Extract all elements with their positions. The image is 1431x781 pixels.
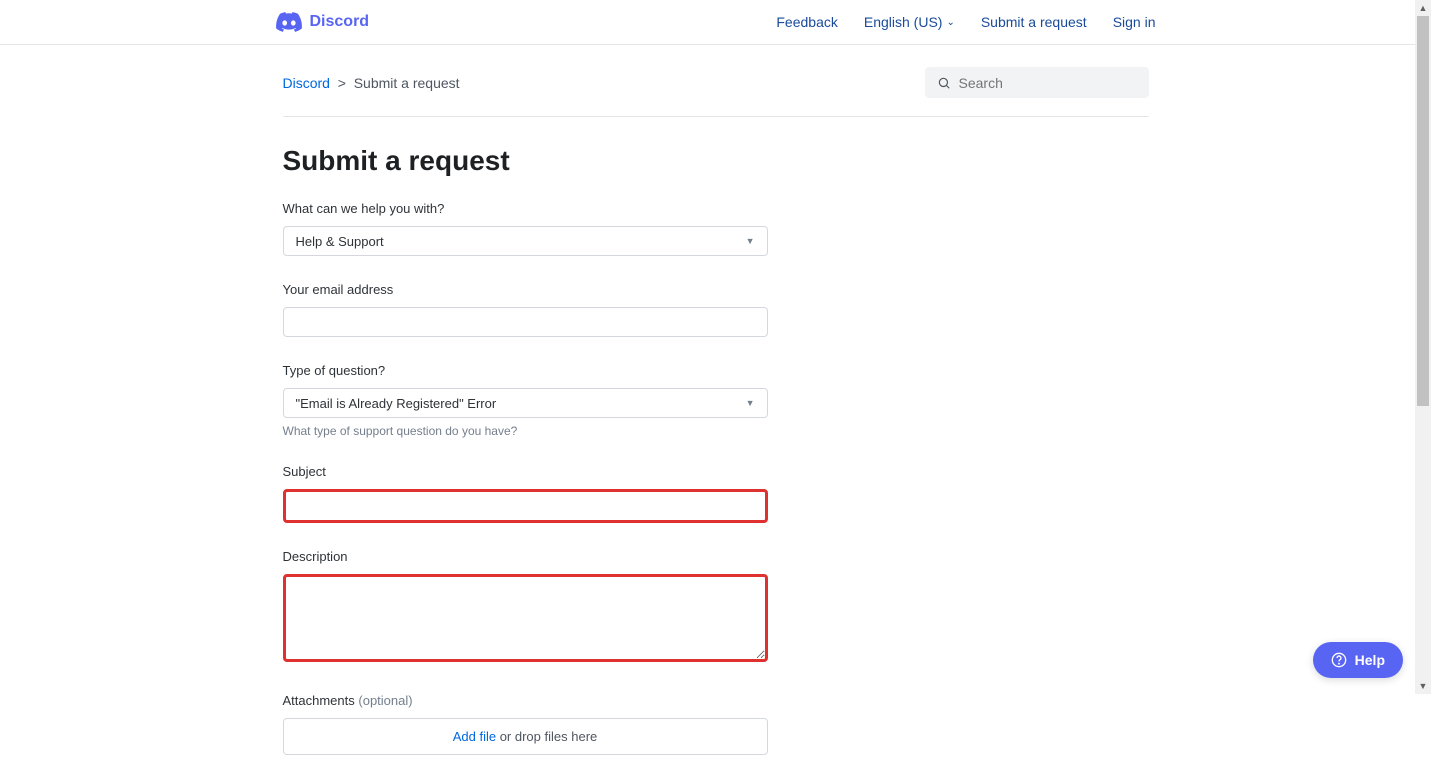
attachments-optional: (optional)	[358, 693, 412, 708]
breadcrumb-current: Submit a request	[354, 75, 460, 91]
nav-language-label: English (US)	[864, 14, 943, 30]
page-title: Submit a request	[283, 145, 1149, 177]
question-type-help: What type of support question do you hav…	[283, 424, 768, 438]
file-drop-zone[interactable]: Add file or drop files here	[283, 718, 768, 755]
header: Discord Feedback English (US) ⌄ Submit a…	[0, 0, 1431, 45]
chevron-down-icon: ⌄	[946, 17, 954, 28]
help-widget-button[interactable]: Help	[1313, 642, 1403, 678]
select-arrow-icon: ▼	[746, 236, 755, 246]
breadcrumb: Discord > Submit a request	[283, 75, 460, 91]
breadcrumb-row: Discord > Submit a request	[283, 45, 1149, 117]
attachments-label: Attachments (optional)	[283, 693, 768, 708]
question-type-select[interactable]: "Email is Already Registered" Error ▼	[283, 388, 768, 418]
email-input[interactable]	[283, 307, 768, 337]
logo-text: Discord	[310, 13, 370, 31]
select-arrow-icon: ▼	[746, 398, 755, 408]
form-group-subject: Subject	[283, 464, 768, 523]
subject-label: Subject	[283, 464, 768, 479]
add-file-link[interactable]: Add file	[453, 729, 496, 744]
help-with-select[interactable]: Help & Support ▼	[283, 226, 768, 256]
header-inner: Discord Feedback English (US) ⌄ Submit a…	[136, 12, 1296, 32]
scrollbar-up-arrow[interactable]: ▲	[1415, 0, 1431, 16]
nav-submit-request[interactable]: Submit a request	[981, 14, 1087, 30]
question-type-label: Type of question?	[283, 363, 768, 378]
help-with-value: Help & Support	[296, 234, 384, 249]
search-input[interactable]	[959, 75, 1137, 91]
nav-sign-in[interactable]: Sign in	[1113, 14, 1156, 30]
form-group-question-type: Type of question? "Email is Already Regi…	[283, 363, 768, 438]
description-textarea[interactable]	[283, 574, 768, 662]
help-with-label: What can we help you with?	[283, 201, 768, 216]
question-type-value: "Email is Already Registered" Error	[296, 396, 497, 411]
description-label: Description	[283, 549, 768, 564]
form-group-attachments: Attachments (optional) Add file or drop …	[283, 693, 768, 755]
scrollbar-thumb[interactable]	[1417, 16, 1429, 406]
search-box[interactable]	[925, 67, 1149, 98]
form-group-help-with: What can we help you with? Help & Suppor…	[283, 201, 768, 256]
breadcrumb-separator: >	[338, 75, 346, 91]
nav-feedback[interactable]: Feedback	[776, 14, 837, 30]
email-label: Your email address	[283, 282, 768, 297]
form-group-description: Description	[283, 549, 768, 667]
breadcrumb-home[interactable]: Discord	[283, 75, 330, 91]
scrollbar[interactable]: ▲ ▼	[1415, 0, 1431, 694]
subject-input[interactable]	[283, 489, 768, 523]
file-drop-text: or drop files here	[496, 729, 597, 744]
form-group-email: Your email address	[283, 282, 768, 337]
help-question-icon	[1331, 652, 1347, 668]
attachments-label-text: Attachments	[283, 693, 355, 708]
main-container: Discord > Submit a request Submit a requ…	[283, 45, 1149, 755]
help-widget-label: Help	[1355, 652, 1385, 668]
discord-logo-icon	[276, 12, 302, 32]
search-icon	[937, 76, 951, 90]
scrollbar-down-arrow[interactable]: ▼	[1415, 678, 1431, 694]
nav-language[interactable]: English (US) ⌄	[864, 14, 955, 30]
nav: Feedback English (US) ⌄ Submit a request…	[776, 14, 1155, 30]
discord-logo[interactable]: Discord	[276, 12, 370, 32]
